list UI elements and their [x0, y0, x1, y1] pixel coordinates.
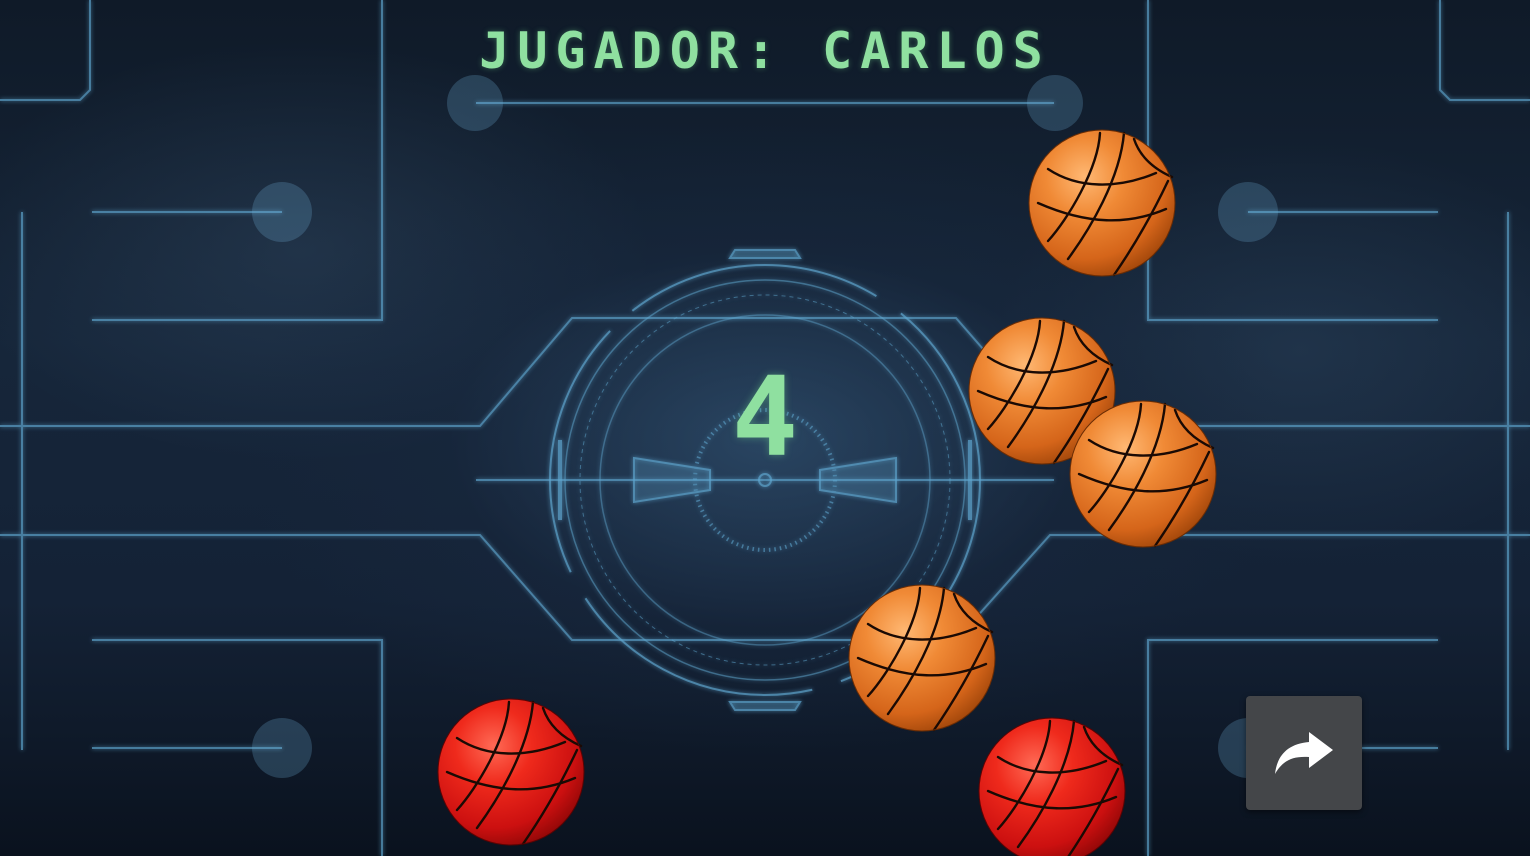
basketball-orange[interactable] [1028, 129, 1176, 277]
basketball-red[interactable] [978, 717, 1126, 856]
next-button[interactable] [1246, 696, 1362, 810]
share-arrow-icon [1275, 732, 1333, 774]
game-stage[interactable]: JUGADOR: CARLOS 4 [0, 0, 1530, 856]
basketball-red[interactable] [437, 698, 585, 846]
player-name-label: JUGADOR: CARLOS [479, 22, 1051, 80]
basketball-orange[interactable] [1069, 400, 1217, 548]
countdown-number: 4 [731, 353, 799, 481]
basketball-orange[interactable] [848, 584, 996, 732]
